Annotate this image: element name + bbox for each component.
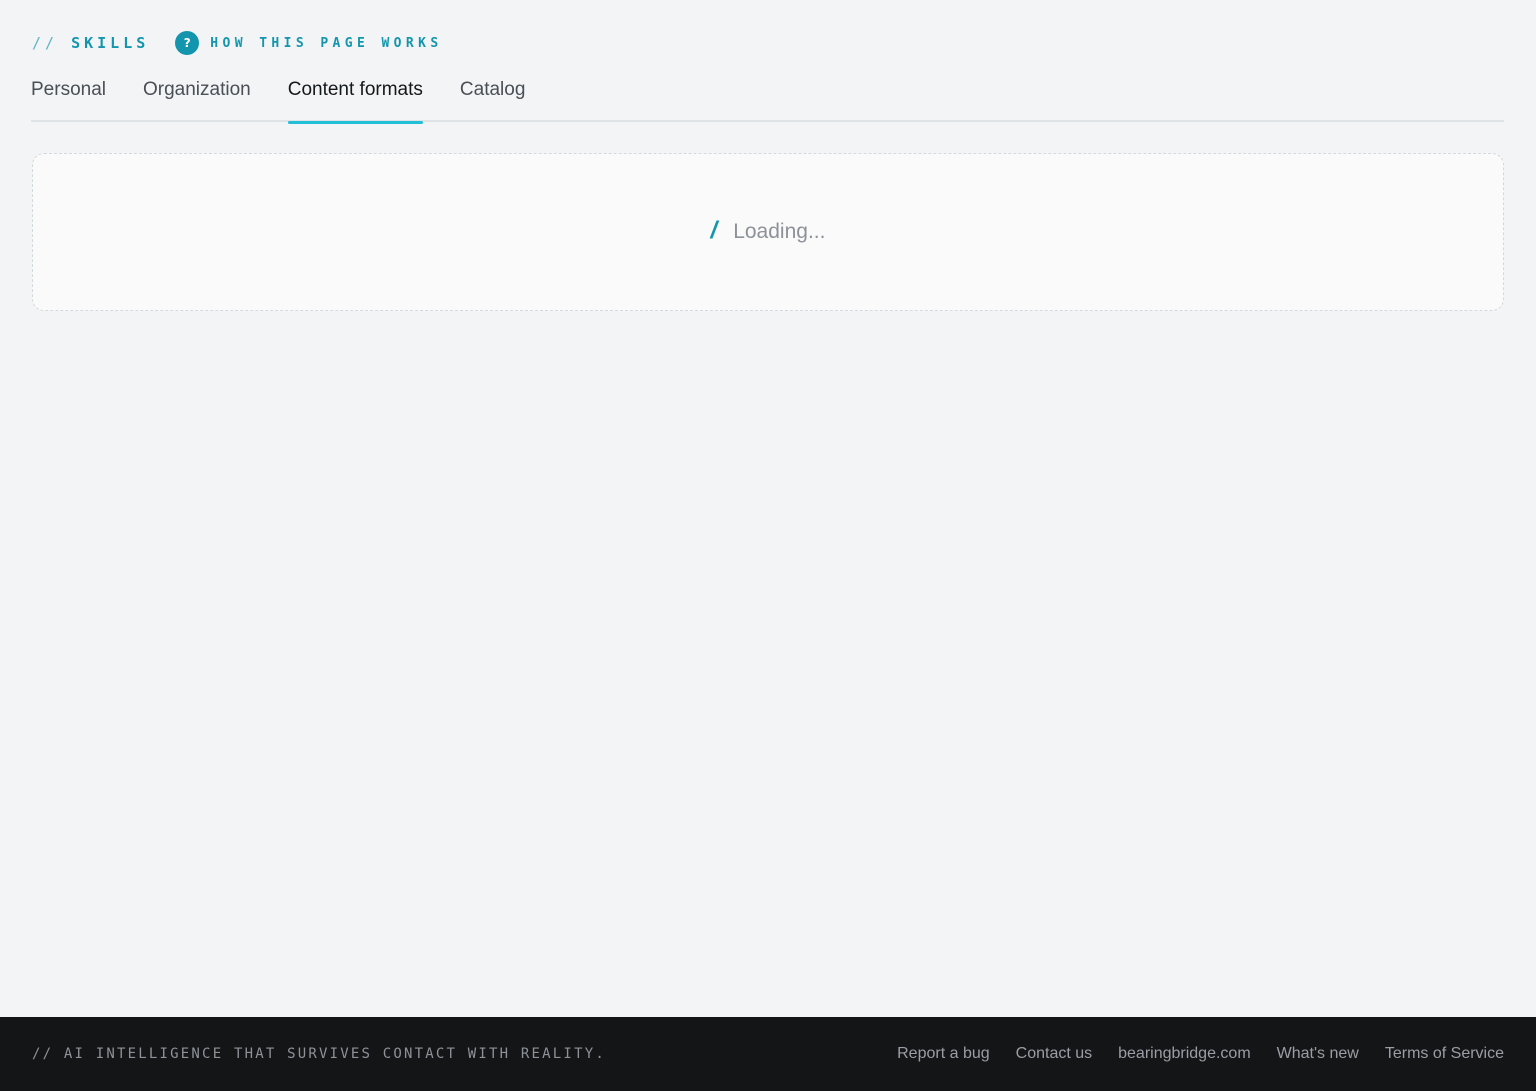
loading-indicator: / Loading... [710,217,826,245]
tab-content-formats[interactable]: Content formats [287,70,424,124]
contact-us-link[interactable]: Contact us [1016,1045,1092,1063]
how-this-page-works-link[interactable]: ? HOW THIS PAGE WORKS [175,31,442,55]
footer: // AI INTELLIGENCE THAT SURVIVES CONTACT… [0,1017,1536,1091]
footer-links: Report a bug Contact us bearingbridge.co… [897,1045,1504,1063]
whats-new-link[interactable]: What's new [1277,1045,1359,1063]
loading-text: Loading... [733,220,826,243]
loading-panel: / Loading... [32,153,1504,311]
title-text: SKILLS [71,34,150,52]
tab-organization[interactable]: Organization [143,70,251,122]
page-header: // SKILLS ? HOW THIS PAGE WORKS [32,30,443,56]
tab-bar: Personal Organization Content formats Ca… [31,70,1504,124]
page-title: // SKILLS [32,34,149,52]
footer-tagline: // AI INTELLIGENCE THAT SURVIVES CONTACT… [32,1046,606,1062]
spinner-icon: / [710,217,718,244]
help-icon: ? [175,31,200,55]
tab-personal[interactable]: Personal [31,70,106,122]
terms-of-service-link[interactable]: Terms of Service [1385,1045,1504,1063]
how-this-page-works-label: HOW THIS PAGE WORKS [210,35,443,51]
website-link[interactable]: bearingbridge.com [1118,1045,1251,1063]
skills-page: // SKILLS ? HOW THIS PAGE WORKS Personal… [0,0,1536,1091]
title-prefix: // [32,34,59,52]
report-bug-link[interactable]: Report a bug [897,1045,990,1063]
tab-catalog[interactable]: Catalog [460,70,526,122]
